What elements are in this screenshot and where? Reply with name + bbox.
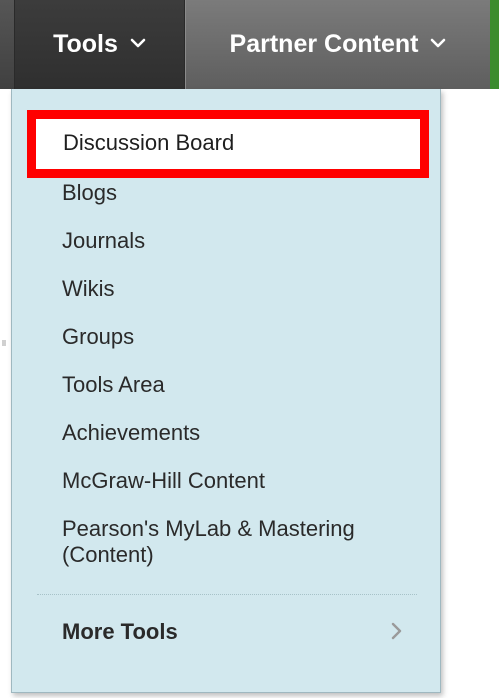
nav-green-edge: [490, 0, 499, 89]
menu-item-blogs[interactable]: Blogs: [62, 180, 117, 206]
menu-item-mcgraw-hill-content[interactable]: McGraw-Hill Content: [62, 468, 265, 494]
chevron-right-icon[interactable]: [390, 620, 404, 642]
menu-item-wikis[interactable]: Wikis: [62, 276, 115, 302]
menu-item-tools-area[interactable]: Tools Area: [62, 372, 165, 398]
page-edge-mark: [2, 340, 6, 346]
screenshot-stage: Tools Partner Content Discussion Board B…: [0, 0, 499, 698]
partner-tab-label: Partner Content: [229, 30, 419, 58]
partner-content-menu-tab[interactable]: Partner Content: [185, 0, 490, 89]
menu-item-discussion-board[interactable]: Discussion Board: [63, 130, 234, 156]
menu-item-pearson-mylab[interactable]: Pearson's MyLab & Mastering (Content): [62, 516, 402, 568]
more-tools-item[interactable]: More Tools: [62, 619, 178, 645]
nav-left-edge: [0, 0, 14, 89]
chevron-down-icon: [130, 38, 146, 47]
chevron-down-icon: [431, 38, 446, 47]
menu-item-achievements[interactable]: Achievements: [62, 420, 200, 446]
tools-menu-tab[interactable]: Tools: [14, 0, 185, 89]
menu-separator: [37, 594, 417, 595]
tools-tab-label: Tools: [53, 30, 118, 58]
menu-item-groups[interactable]: Groups: [62, 324, 134, 350]
menu-item-journals[interactable]: Journals: [62, 228, 145, 254]
